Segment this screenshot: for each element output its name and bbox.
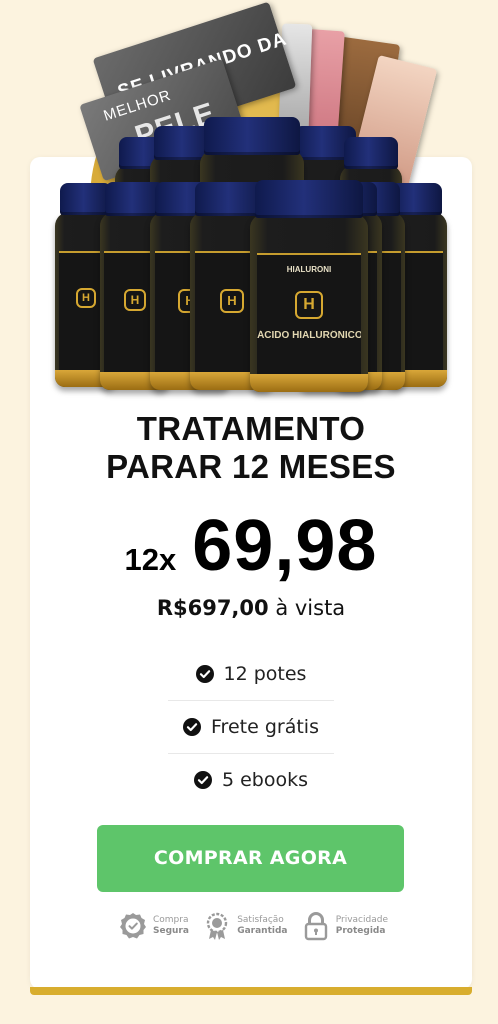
award-ribbon-icon [207,912,228,940]
offer-title-line-1: TRATAMENTO [136,410,366,447]
check-circle-icon [183,718,202,736]
feature-item: Frete grátis [168,701,334,754]
jar-monogram: H [295,291,323,320]
buy-now-button[interactable]: COMPRAR AGORA [97,825,404,892]
jar-brand-text: HIALURONI [286,264,332,274]
jar-subtitle-text: ÁCIDO HIALURÔNICO [257,329,361,341]
badge-label-top: Satisfação [237,915,284,925]
feature-label: 12 potes [223,663,307,685]
feature-label: Frete grátis [211,716,319,738]
jar-monogram: H [76,288,96,309]
jar-monogram: H [220,289,244,314]
badge-privacy: Privacidade Protegida [301,911,388,941]
badge-label-top: Privacidade [335,915,388,925]
installment-price: 69,98 [192,506,378,586]
cash-price-amount: R$697,00 [156,596,269,620]
feature-label: 5 ebooks [221,769,309,791]
installments-label: 12x [124,542,177,577]
product-jar-cap [344,137,398,169]
check-circle-icon [195,665,214,683]
cash-price: R$697,00 à vista [30,596,472,620]
badge-label-bottom: Segura [153,926,189,936]
jar-monogram: H [124,289,146,312]
badge-secure-purchase: Compra Segura [118,911,189,941]
badge-label-top: Compra [153,915,189,925]
trust-badges: Compra Segura Satisfação Garantida Priva… [118,906,388,946]
badge-label-bottom: Protegida [335,926,386,936]
card-bottom-accent [30,987,472,995]
product-jar-cap [255,180,363,218]
feature-item: 5 ebooks [168,754,334,806]
jar-label: HIALURONI H ÁCIDO HIALURÔNICO [257,253,361,378]
product-jar-cap [204,117,300,155]
feature-list: 12 potes Frete grátis 5 ebooks [168,648,334,806]
price-row: 12x 69,98 [30,505,472,587]
offer-title: TRATAMENTO PARAR 12 MESES [30,410,472,486]
capsules [250,374,368,392]
badge-label-bottom: Garantida [237,926,288,936]
check-circle-icon [193,771,212,789]
shield-check-icon [120,913,146,939]
product-jar-front: HIALURONI H ÁCIDO HIALURÔNICO [250,214,368,392]
cash-price-suffix: à vista [268,596,346,620]
offer-title-line-2: PARAR 12 MESES [106,448,396,485]
padlock-icon [304,912,327,941]
feature-item: 12 potes [168,648,334,701]
badge-satisfaction: Satisfação Garantida [202,911,288,941]
product-image: SE LIVRANDO DA MELHOR PELE H H H [0,0,498,400]
